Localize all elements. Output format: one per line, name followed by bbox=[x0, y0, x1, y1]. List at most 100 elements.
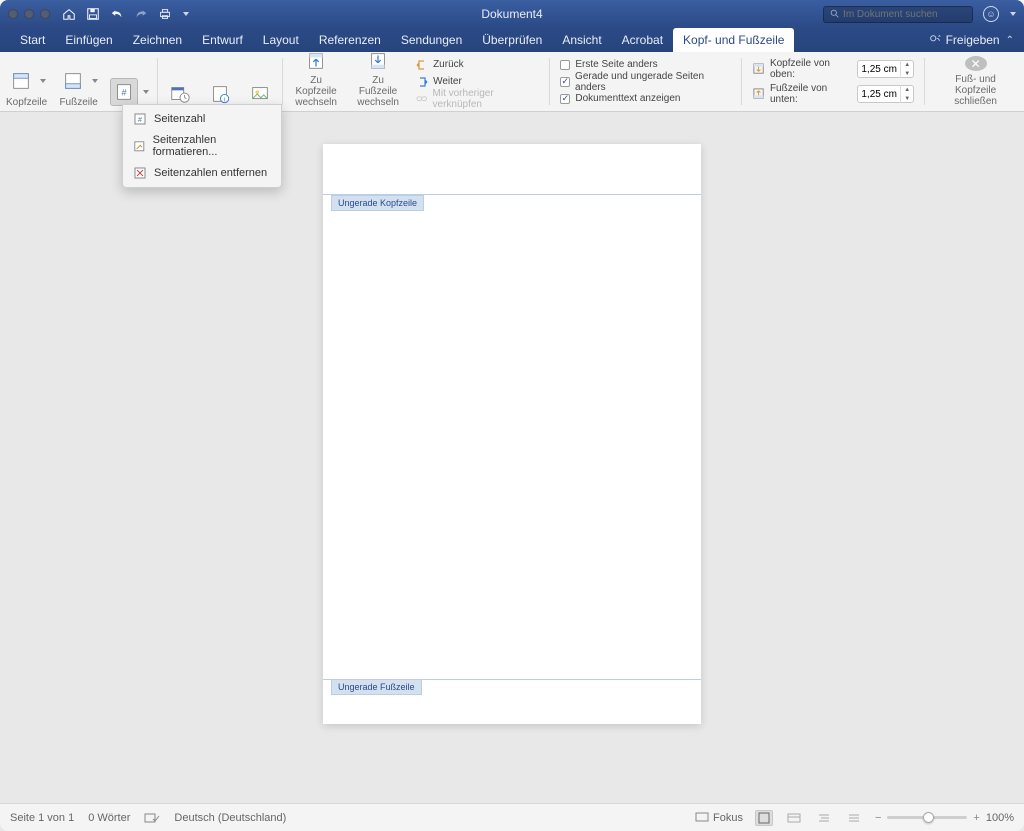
previous-icon bbox=[415, 58, 429, 72]
link-icon bbox=[415, 92, 428, 106]
traffic-lights bbox=[8, 9, 50, 19]
undo-icon[interactable] bbox=[110, 7, 124, 21]
chevron-down-icon bbox=[40, 79, 46, 83]
search-icon bbox=[830, 9, 839, 19]
svg-text:#: # bbox=[138, 117, 142, 124]
tab-layout[interactable]: Layout bbox=[253, 28, 309, 52]
tab-ueberpruefen[interactable]: Überprüfen bbox=[472, 28, 552, 52]
show-doc-text[interactable]: Dokumenttext anzeigen bbox=[560, 91, 731, 107]
zoom-in[interactable]: + bbox=[973, 812, 979, 824]
header-from-top-label: Kopfzeile von oben: bbox=[770, 58, 852, 80]
word-count[interactable]: 0 Wörter bbox=[88, 812, 130, 824]
menu-item-label: Seitenzahlen formatieren... bbox=[153, 134, 271, 158]
zoom-control: − + 100% bbox=[875, 812, 1014, 824]
feedback-dropdown-icon[interactable] bbox=[1010, 12, 1016, 16]
zoom-slider[interactable] bbox=[887, 816, 967, 819]
ribbon-tabs: Start Einfügen Zeichnen Entwurf Layout R… bbox=[0, 28, 1024, 52]
footer-icon bbox=[59, 67, 87, 95]
titlebar: Dokument4 ☺ bbox=[0, 0, 1024, 28]
tab-ansicht[interactable]: Ansicht bbox=[552, 28, 611, 52]
outline-view[interactable] bbox=[815, 810, 833, 826]
kopfzeile-button[interactable]: Kopfzeile bbox=[0, 52, 53, 111]
page-count[interactable]: Seite 1 von 1 bbox=[10, 812, 74, 824]
spin-up-icon[interactable]: ▲ bbox=[901, 85, 913, 94]
first-page-label: Erste Seite anders bbox=[575, 59, 657, 70]
fusszeile-label: Fußzeile bbox=[59, 97, 97, 108]
spin-down-icon[interactable]: ▼ bbox=[901, 69, 913, 78]
spin-up-icon[interactable]: ▲ bbox=[901, 60, 913, 69]
link-previous-label: Mit vorheriger verknüpfen bbox=[433, 88, 542, 110]
print-layout-view[interactable] bbox=[755, 810, 773, 826]
zoom-value[interactable]: 100% bbox=[986, 812, 1014, 824]
pictures-button[interactable] bbox=[240, 52, 280, 111]
ribbon: Kopfzeile Fußzeile # i Zu Kopfzeile wech… bbox=[0, 52, 1024, 112]
qat-customize-icon[interactable] bbox=[183, 12, 189, 16]
odd-even-different[interactable]: Gerade und ungerade Seiten anders bbox=[560, 74, 731, 90]
pagenumber-icon: # bbox=[110, 78, 138, 106]
redo-icon[interactable] bbox=[134, 7, 148, 21]
position-group: Kopfzeile von oben: ▲▼ Fußzeile von unte… bbox=[744, 52, 922, 111]
footer-position-field[interactable] bbox=[858, 89, 900, 100]
close-header-footer-button[interactable]: ✕ Fuß- und Kopfzeile schließen bbox=[927, 52, 1024, 111]
checkbox-icon bbox=[560, 60, 570, 70]
nav-previous[interactable]: Zurück bbox=[415, 57, 541, 73]
tab-acrobat[interactable]: Acrobat bbox=[612, 28, 673, 52]
docinfo-button[interactable]: i bbox=[200, 52, 240, 111]
language[interactable]: Deutsch (Deutschland) bbox=[174, 812, 286, 824]
format-pagenumber-icon bbox=[133, 139, 146, 153]
menu-item-label: Seitenzahl bbox=[154, 113, 205, 125]
goto-footer-icon bbox=[364, 49, 392, 73]
share-button[interactable]: Freigeben bbox=[928, 33, 1000, 47]
save-icon[interactable] bbox=[86, 7, 100, 21]
tab-entwurf[interactable]: Entwurf bbox=[192, 28, 253, 52]
focus-mode[interactable]: Fokus bbox=[695, 812, 743, 824]
nav-next-label: Weiter bbox=[433, 76, 462, 87]
goto-header-label: Zu Kopfzeile wechseln bbox=[291, 75, 341, 108]
zoom-window-dot[interactable] bbox=[40, 9, 50, 19]
tab-zeichnen[interactable]: Zeichnen bbox=[123, 28, 192, 52]
status-bar: Seite 1 von 1 0 Wörter Deutsch (Deutschl… bbox=[0, 803, 1024, 831]
goto-footer-button[interactable]: Zu Fußzeile wechseln bbox=[347, 52, 409, 111]
footer-badge: Ungerade Fußzeile bbox=[331, 679, 422, 695]
datetime-button[interactable] bbox=[160, 52, 200, 111]
show-doc-text-label: Dokumenttext anzeigen bbox=[575, 93, 680, 104]
zoom-out[interactable]: − bbox=[875, 812, 881, 824]
spellcheck-icon[interactable] bbox=[144, 811, 160, 825]
goto-header-button[interactable]: Zu Kopfzeile wechseln bbox=[285, 52, 347, 111]
header-position-icon bbox=[752, 62, 765, 76]
pagenumber-icon: # bbox=[133, 112, 147, 126]
footer-from-bottom-input[interactable]: ▲▼ bbox=[857, 85, 914, 103]
pagenumber-dropdown: # Seitenzahl Seitenzahlen formatieren...… bbox=[122, 104, 282, 188]
print-icon[interactable] bbox=[158, 7, 172, 21]
collapse-ribbon-icon[interactable]: ⌃ bbox=[1006, 35, 1014, 46]
chevron-down-icon bbox=[92, 79, 98, 83]
tab-start[interactable]: Start bbox=[10, 28, 55, 52]
page[interactable]: Ungerade Kopfzeile Ungerade Fußzeile bbox=[323, 144, 701, 724]
web-layout-view[interactable] bbox=[785, 810, 803, 826]
draft-view[interactable] bbox=[845, 810, 863, 826]
zoom-knob[interactable] bbox=[923, 812, 934, 823]
menu-seitenzahlen-formatieren[interactable]: Seitenzahlen formatieren... bbox=[123, 130, 281, 162]
focus-label: Fokus bbox=[713, 812, 743, 824]
home-icon[interactable] bbox=[62, 7, 76, 21]
seitenzahl-button[interactable]: # bbox=[104, 52, 155, 111]
search-input[interactable] bbox=[843, 9, 966, 20]
header-position-field[interactable] bbox=[858, 64, 900, 75]
tab-sendungen[interactable]: Sendungen bbox=[391, 28, 472, 52]
document-area[interactable]: Ungerade Kopfzeile Ungerade Fußzeile bbox=[0, 112, 1024, 803]
minimize-window-dot[interactable] bbox=[24, 9, 34, 19]
close-window-dot[interactable] bbox=[8, 9, 18, 19]
search-box[interactable] bbox=[823, 6, 973, 23]
feedback-icon[interactable]: ☺ bbox=[983, 6, 999, 22]
spin-down-icon[interactable]: ▼ bbox=[901, 94, 913, 103]
options-group: Erste Seite anders Gerade und ungerade S… bbox=[552, 52, 739, 111]
nav-group: Zurück Weiter Mit vorheriger verknüpfen bbox=[409, 52, 547, 111]
menu-seitenzahlen-entfernen[interactable]: Seitenzahlen entfernen bbox=[123, 162, 281, 184]
odd-even-label: Gerade und ungerade Seiten anders bbox=[575, 71, 731, 93]
close-hf-label: Fuß- und Kopfzeile schließen bbox=[937, 74, 1014, 107]
tab-kopf-fusszeile[interactable]: Kopf- und Fußzeile bbox=[673, 28, 794, 52]
fusszeile-button[interactable]: Fußzeile bbox=[53, 52, 104, 111]
tab-einfuegen[interactable]: Einfügen bbox=[55, 28, 122, 52]
menu-seitenzahl[interactable]: # Seitenzahl bbox=[123, 108, 281, 130]
header-from-top-input[interactable]: ▲▼ bbox=[857, 60, 914, 78]
